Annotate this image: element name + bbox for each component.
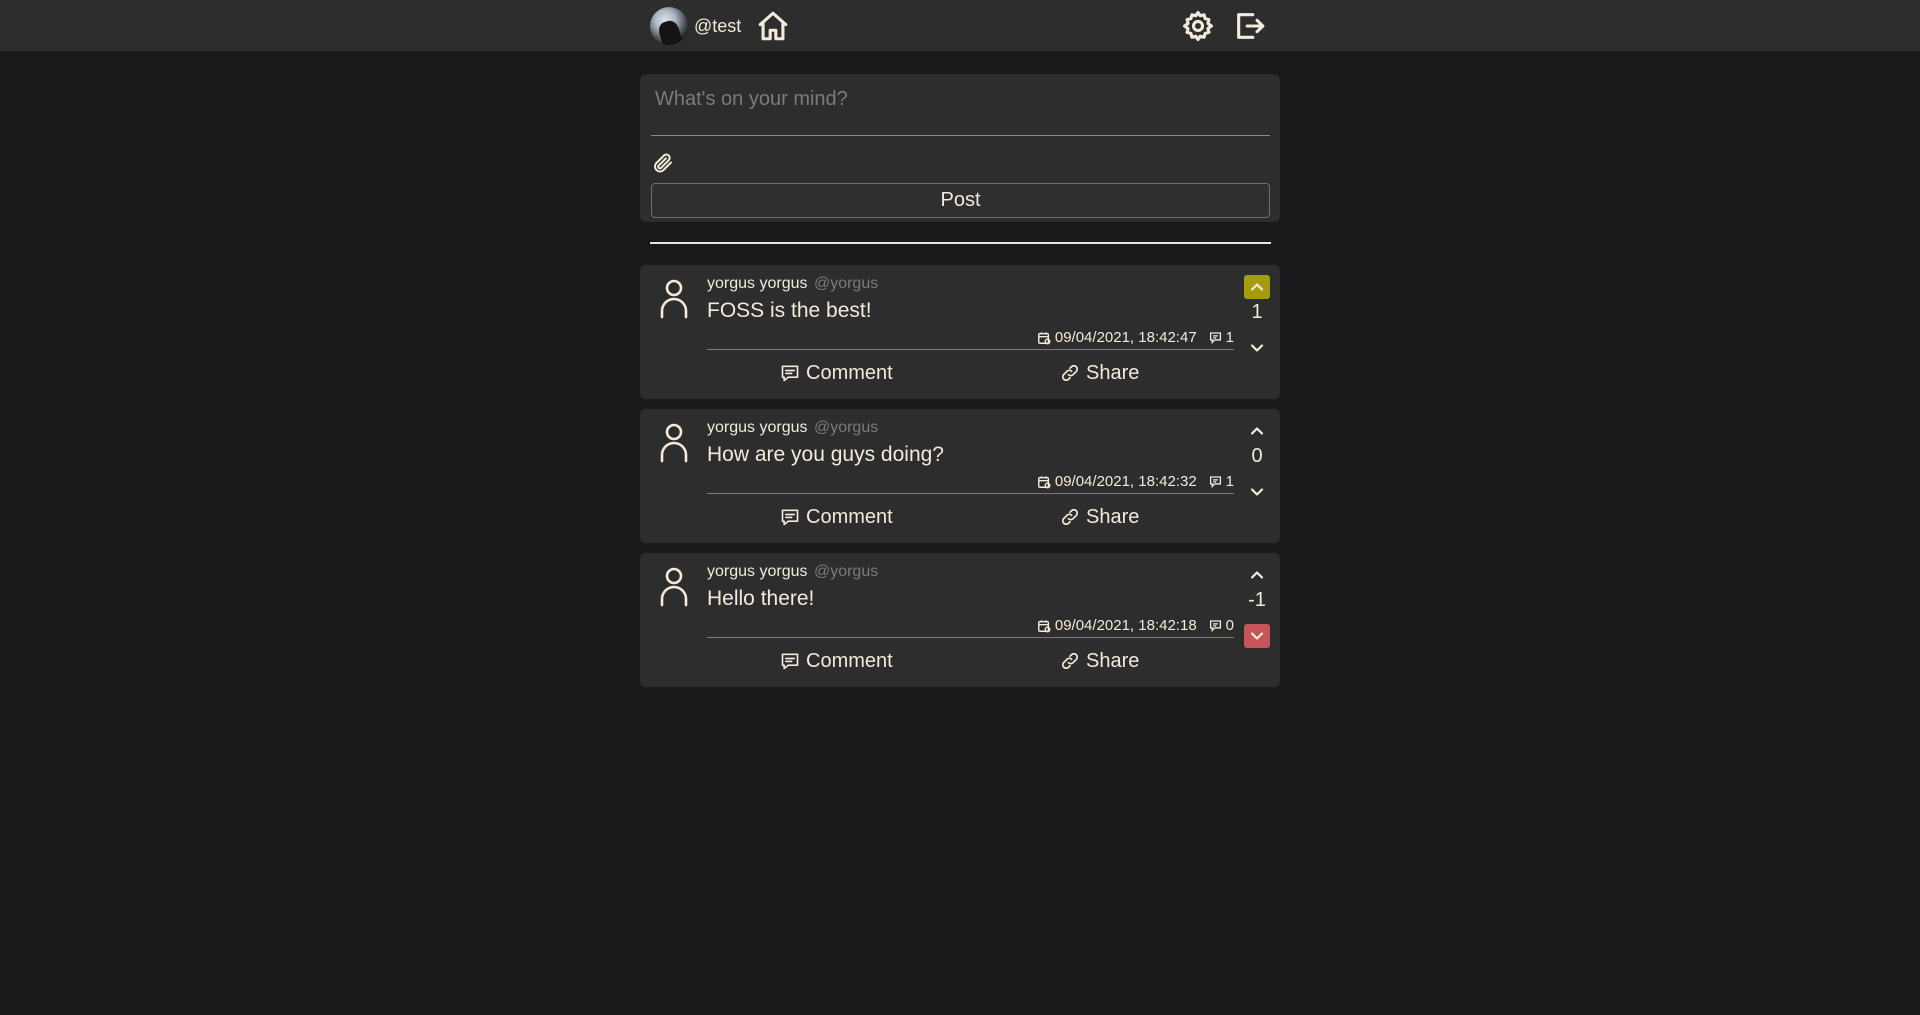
post-text: Hello there! [707, 587, 815, 610]
comment-count-icon [1209, 332, 1221, 344]
user-avatar-icon[interactable] [656, 277, 692, 321]
post-actions: Comment Share [707, 503, 1234, 531]
vote-controls: 0 [1243, 419, 1271, 529]
post-text: FOSS is the best! [707, 299, 872, 322]
comment-count: 1 [1225, 473, 1234, 490]
comment-button[interactable]: Comment [780, 362, 893, 385]
upvote-button[interactable] [1244, 275, 1270, 299]
logout-icon[interactable] [1230, 6, 1270, 46]
post-author: yorgus yorgus @yorgus [707, 419, 878, 437]
author-username[interactable]: @yorgus [814, 419, 878, 436]
top-navigation-bar: @test [0, 0, 1920, 52]
upvote-button[interactable] [1244, 419, 1270, 443]
upvote-button[interactable] [1244, 563, 1270, 587]
post-card: yorgus yorgus @yorgus How are you guys d… [640, 409, 1280, 543]
post-author: yorgus yorgus @yorgus [707, 275, 878, 293]
comment-label: Comment [806, 505, 893, 528]
author-username[interactable]: @yorgus [814, 563, 878, 580]
vote-score: -1 [1248, 589, 1266, 611]
navbar-inner: @test [640, 0, 1280, 52]
comment-icon [781, 509, 799, 526]
comment-count-group: 0 [1209, 617, 1234, 634]
post-date: 09/04/2021, 18:42:18 [1054, 617, 1197, 634]
settings-gear-icon[interactable] [1178, 6, 1218, 46]
post-info: 09/04/2021, 18:42:32 1 [707, 470, 1234, 494]
calendar-icon [1037, 619, 1051, 632]
calendar-icon [1037, 331, 1051, 344]
share-button[interactable]: Share [1060, 506, 1139, 529]
downvote-button[interactable] [1244, 336, 1270, 360]
post-date-group: 09/04/2021, 18:42:18 [1037, 617, 1197, 634]
author-name[interactable]: yorgus yorgus [707, 419, 808, 436]
post-date: 09/04/2021, 18:42:32 [1054, 473, 1197, 490]
feed-divider [650, 242, 1271, 244]
comment-button[interactable]: Comment [780, 506, 893, 529]
comment-count: 1 [1225, 329, 1234, 346]
share-label: Share [1086, 505, 1140, 528]
chevron-up-icon [1250, 427, 1264, 435]
link-icon [1061, 364, 1079, 382]
comment-button[interactable]: Comment [780, 650, 893, 673]
comment-count-icon [1209, 476, 1221, 488]
chevron-up-icon [1250, 283, 1264, 291]
vote-controls: 1 [1243, 275, 1271, 385]
post-actions: Comment Share [707, 359, 1234, 387]
comment-count-group: 1 [1209, 473, 1234, 490]
avatar[interactable] [650, 7, 688, 45]
comment-icon [781, 653, 799, 670]
post-date: 09/04/2021, 18:42:47 [1054, 329, 1197, 346]
author-name[interactable]: yorgus yorgus [707, 563, 808, 580]
author-username[interactable]: @yorgus [814, 275, 878, 292]
author-name[interactable]: yorgus yorgus [707, 275, 808, 292]
comment-count: 0 [1225, 617, 1234, 634]
comment-label: Comment [806, 361, 893, 384]
comment-icon [781, 365, 799, 382]
post-card: yorgus yorgus @yorgus Hello there! 09/04… [640, 553, 1280, 687]
downvote-button[interactable] [1244, 480, 1270, 504]
vote-controls: -1 [1243, 563, 1271, 673]
post-author: yorgus yorgus @yorgus [707, 563, 878, 581]
post-text-input[interactable] [651, 84, 1270, 136]
comment-count-group: 1 [1209, 329, 1234, 346]
navbar-right [1178, 6, 1270, 46]
current-user-handle[interactable]: @test [694, 16, 741, 37]
calendar-icon [1037, 475, 1051, 488]
post-actions: Comment Share [707, 647, 1234, 675]
chevron-down-icon [1250, 344, 1264, 352]
post-info: 09/04/2021, 18:42:47 1 [707, 326, 1234, 350]
post-date-group: 09/04/2021, 18:42:32 [1037, 473, 1197, 490]
user-avatar-icon[interactable] [656, 421, 692, 465]
comment-label: Comment [806, 649, 893, 672]
post-feed: yorgus yorgus @yorgus FOSS is the best! … [640, 265, 1280, 697]
post-composer: Post [640, 74, 1280, 222]
comment-count-icon [1209, 620, 1221, 632]
post-card: yorgus yorgus @yorgus FOSS is the best! … [640, 265, 1280, 399]
post-text: How are you guys doing? [707, 443, 944, 466]
chevron-down-icon [1250, 632, 1264, 640]
share-label: Share [1086, 649, 1140, 672]
share-button[interactable]: Share [1060, 362, 1139, 385]
home-icon[interactable] [753, 6, 793, 46]
post-info: 09/04/2021, 18:42:18 0 [707, 614, 1234, 638]
downvote-button[interactable] [1244, 624, 1270, 648]
share-label: Share [1086, 361, 1140, 384]
chevron-down-icon [1250, 488, 1264, 496]
link-icon [1061, 652, 1079, 670]
post-date-group: 09/04/2021, 18:42:47 [1037, 329, 1197, 346]
chevron-up-icon [1250, 571, 1264, 579]
post-button[interactable]: Post [651, 183, 1270, 218]
paperclip-attach-icon[interactable] [651, 151, 677, 177]
vote-score: 1 [1251, 301, 1263, 323]
link-icon [1061, 508, 1079, 526]
vote-score: 0 [1251, 445, 1263, 467]
share-button[interactable]: Share [1060, 650, 1139, 673]
navbar-left: @test [650, 6, 793, 46]
user-avatar-icon[interactable] [656, 565, 692, 609]
